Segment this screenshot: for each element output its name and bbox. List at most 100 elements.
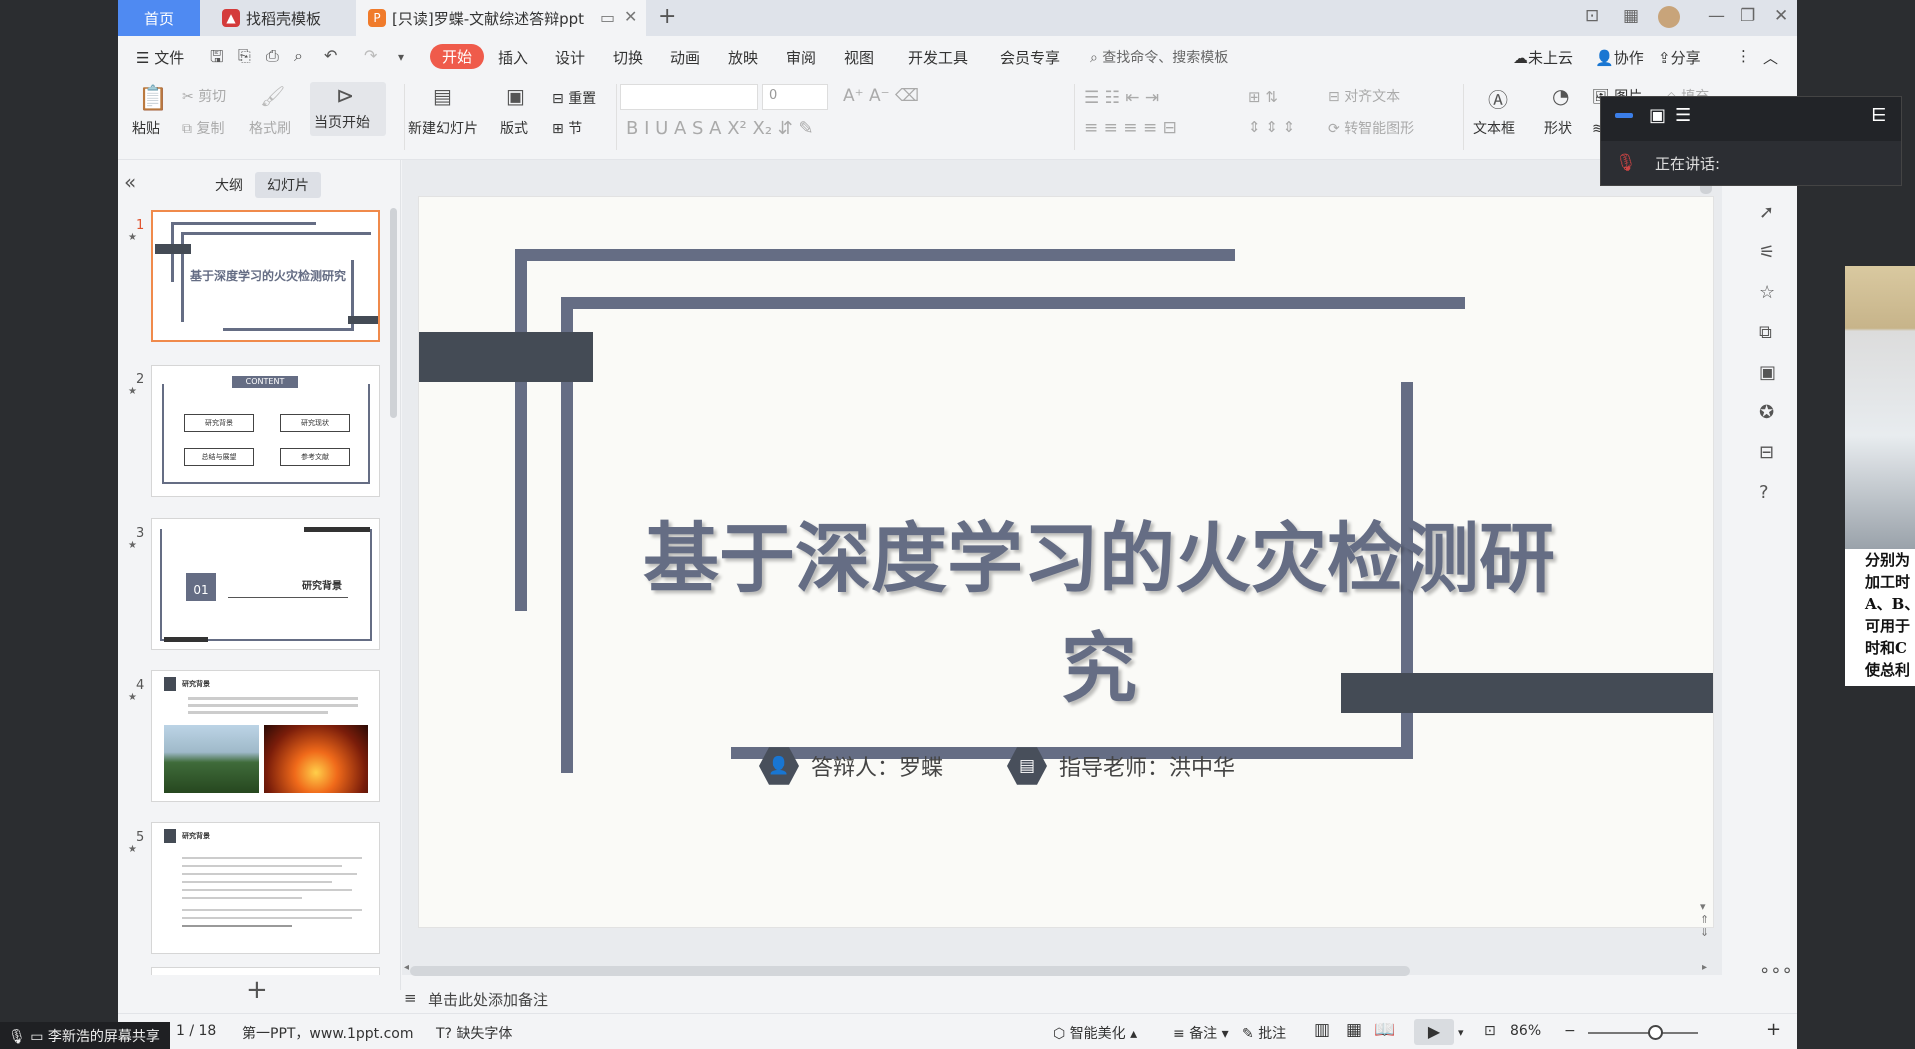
tab-slides[interactable]: 幻灯片 (255, 172, 321, 198)
save-icon[interactable]: 🖫 (210, 46, 224, 73)
format-painter-button[interactable]: 格式刷 (249, 118, 291, 138)
menu-animation[interactable]: 动画 (670, 47, 700, 68)
restore-icon[interactable]: ❐ (1740, 6, 1755, 26)
share-button[interactable]: ⇪分享 (1658, 47, 1701, 68)
notes-toggle[interactable]: ≡ 备注 ▾ (1173, 1023, 1229, 1043)
menu-view[interactable]: 视图 (844, 47, 874, 68)
advisor-line[interactable]: ▤ 指导老师：洪中华 (1007, 746, 1235, 786)
scroll-buttons[interactable]: ▾ ⇑ ⇓ (1700, 900, 1709, 939)
slide-thumbnail-4[interactable]: 研究背景 (151, 670, 380, 802)
menu-start[interactable]: 开始 (430, 44, 485, 69)
play-dropdown-icon[interactable]: ▾ (1458, 1026, 1464, 1039)
menu-icon[interactable]: ⋿ (1871, 105, 1887, 126)
font-size-select[interactable]: 0 (762, 84, 828, 110)
window-icon[interactable]: ▣ (1649, 105, 1666, 126)
slide-thumbnail-1[interactable]: 基于深度学习的火灾检测研究 (151, 210, 380, 342)
avatar[interactable] (1658, 6, 1680, 28)
comments-toggle[interactable]: ✎ 批注 (1242, 1023, 1286, 1043)
font-size-controls[interactable]: A⁺ A⁻ ⌫ (843, 86, 919, 106)
reset-button[interactable]: ⊟ 重置 (552, 88, 596, 108)
slide-thumbnail-5[interactable]: 研究背景 (151, 822, 380, 954)
book-icon[interactable]: ⊟ (1759, 442, 1774, 463)
slide-thumbnail-3[interactable]: 01 研究背景 (151, 518, 380, 650)
zoom-slider-track[interactable] (1588, 1032, 1698, 1034)
slide-1[interactable]: 基于深度学习的火灾检测研究 👤 答辩人：罗蝶 ▤ 指导老师：洪中华 (418, 196, 1714, 928)
quick-access-dropdown-icon[interactable]: ▾ (398, 50, 404, 64)
textbox-button[interactable]: 文本框 (1473, 118, 1515, 138)
slide-title[interactable]: 基于深度学习的火灾检测研究 (619, 497, 1579, 717)
more-options-icon[interactable]: ∘∘∘ (1759, 960, 1793, 981)
play-from-current-button[interactable]: ⊳ 当页开始 (310, 82, 386, 136)
more-icon[interactable]: ⋮ (1736, 47, 1751, 65)
close-tab-icon[interactable]: ✕ (624, 7, 637, 26)
image-icon[interactable]: ▣ (1759, 362, 1776, 383)
apps-grid-icon[interactable]: ▦ (1623, 6, 1639, 26)
play-slideshow-button[interactable]: ▶ (1414, 1019, 1454, 1045)
panel-scrollbar[interactable] (390, 208, 397, 418)
undo-icon[interactable]: ↶ (324, 46, 337, 65)
normal-view-icon[interactable]: ▥ (1314, 1020, 1330, 1040)
rocket-icon[interactable]: ➚ (1759, 202, 1774, 223)
new-slide-button[interactable]: 新建幻灯片 (408, 118, 478, 138)
font-style-buttons[interactable]: B I U A S A X² X₂ ⇵ ✎ (626, 118, 814, 139)
menu-design[interactable]: 设计 (555, 47, 585, 68)
collapse-ribbon-icon[interactable]: ︿ (1763, 47, 1778, 68)
text-direction-controls[interactable]: ⊞ ⇅ (1248, 88, 1278, 106)
slide-sorter-icon[interactable]: ▦ (1346, 1020, 1362, 1040)
presenter-line[interactable]: 👤 答辩人：罗蝶 (759, 746, 943, 786)
redo-icon[interactable]: ↷ (364, 46, 377, 65)
collab-button[interactable]: 👤协作 (1595, 47, 1644, 68)
layout-button[interactable]: 版式 (500, 118, 528, 138)
fit-window-icon[interactable]: ⊡ (1484, 1023, 1496, 1039)
star-icon[interactable]: ☆ (1759, 282, 1775, 303)
zoom-value[interactable]: 86% (1510, 1023, 1541, 1039)
minimize-meeting-icon[interactable] (1615, 113, 1633, 118)
cut-button[interactable]: ✂ 剪切 (182, 86, 226, 106)
print-preview-icon[interactable]: ⌕ (294, 46, 303, 66)
menu-member[interactable]: 会员专享 (1000, 47, 1060, 68)
cloud-status[interactable]: ☁未上云 (1513, 47, 1573, 68)
slide-transition-icon[interactable]: ⧉ (1759, 322, 1772, 343)
slide-thumbnail-2[interactable]: CONTENT 研究背景 研究现状 总结与展望 参考文献 (151, 365, 380, 497)
font-family-select[interactable] (620, 84, 758, 110)
smart-beautify-button[interactable]: ⬡ 智能美化 ▴ (1053, 1023, 1137, 1043)
collapse-panel-icon[interactable]: « (124, 170, 136, 194)
print-icon[interactable]: ⎙ (266, 46, 279, 66)
pin-tab-icon[interactable]: ▭ (600, 8, 615, 27)
scroll-left-icon[interactable]: ◂ (404, 962, 409, 973)
line-spacing-controls[interactable]: ⇕ ⇕ ⇕ (1248, 118, 1295, 136)
align-text-button[interactable]: ⊟ 对齐文本 (1328, 86, 1400, 106)
animation-icon[interactable]: ✪ (1759, 402, 1774, 423)
list-controls[interactable]: ☰ ☷ ⇤ ⇥ (1084, 88, 1159, 108)
tab-document[interactable]: P [只读]罗蝶-文献综述答辩ppt ▭ ✕ (356, 0, 646, 36)
section-button[interactable]: ⊞ 节 (552, 118, 582, 138)
help-icon[interactable]: ? (1759, 482, 1769, 503)
menu-transition[interactable]: 切换 (613, 47, 643, 68)
menu-review[interactable]: 审阅 (786, 47, 816, 68)
menu-developer[interactable]: 开发工具 (908, 47, 968, 68)
canvas-horizontal-scrollbar[interactable] (410, 966, 1410, 976)
command-search[interactable]: ⌕ 查找命令、搜索模板 (1090, 47, 1228, 67)
tab-home[interactable]: 首页 (118, 0, 200, 36)
notes-area[interactable]: ≡ 单击此处添加备注 (402, 985, 1722, 1013)
add-slide-icon[interactable]: + (246, 975, 268, 1005)
copy-button[interactable]: ⧉ 复制 (182, 118, 224, 138)
paragraph-align-controls[interactable]: ≡ ≡ ≡ ≡ ⊟ (1084, 118, 1177, 138)
zoom-out-icon[interactable]: − (1564, 1023, 1576, 1039)
scroll-right-icon[interactable]: ▸ (1702, 962, 1707, 973)
zoom-in-icon[interactable]: + (1766, 1019, 1781, 1040)
list-icon[interactable]: ☰ (1675, 105, 1691, 126)
smart-shape-button[interactable]: ⟳ 转智能图形 (1328, 118, 1414, 138)
shape-button[interactable]: 形状 (1544, 118, 1572, 138)
export-pdf-icon[interactable]: ⎘ (238, 46, 251, 66)
paste-button[interactable]: 粘贴 (132, 118, 160, 138)
reading-view-icon[interactable]: 📖 (1374, 1020, 1395, 1040)
menu-slideshow[interactable]: 放映 (728, 47, 758, 68)
menu-insert[interactable]: 插入 (498, 47, 528, 68)
layout-view-icon[interactable]: ⊡ (1585, 6, 1599, 26)
settings-sliders-icon[interactable]: ⚟ (1759, 242, 1775, 263)
zoom-slider-handle[interactable] (1648, 1025, 1663, 1040)
tab-outline[interactable]: 大纲 (203, 172, 255, 198)
missing-font-button[interactable]: T? 缺失字体 (436, 1023, 512, 1043)
minimize-icon[interactable]: — (1708, 6, 1725, 26)
